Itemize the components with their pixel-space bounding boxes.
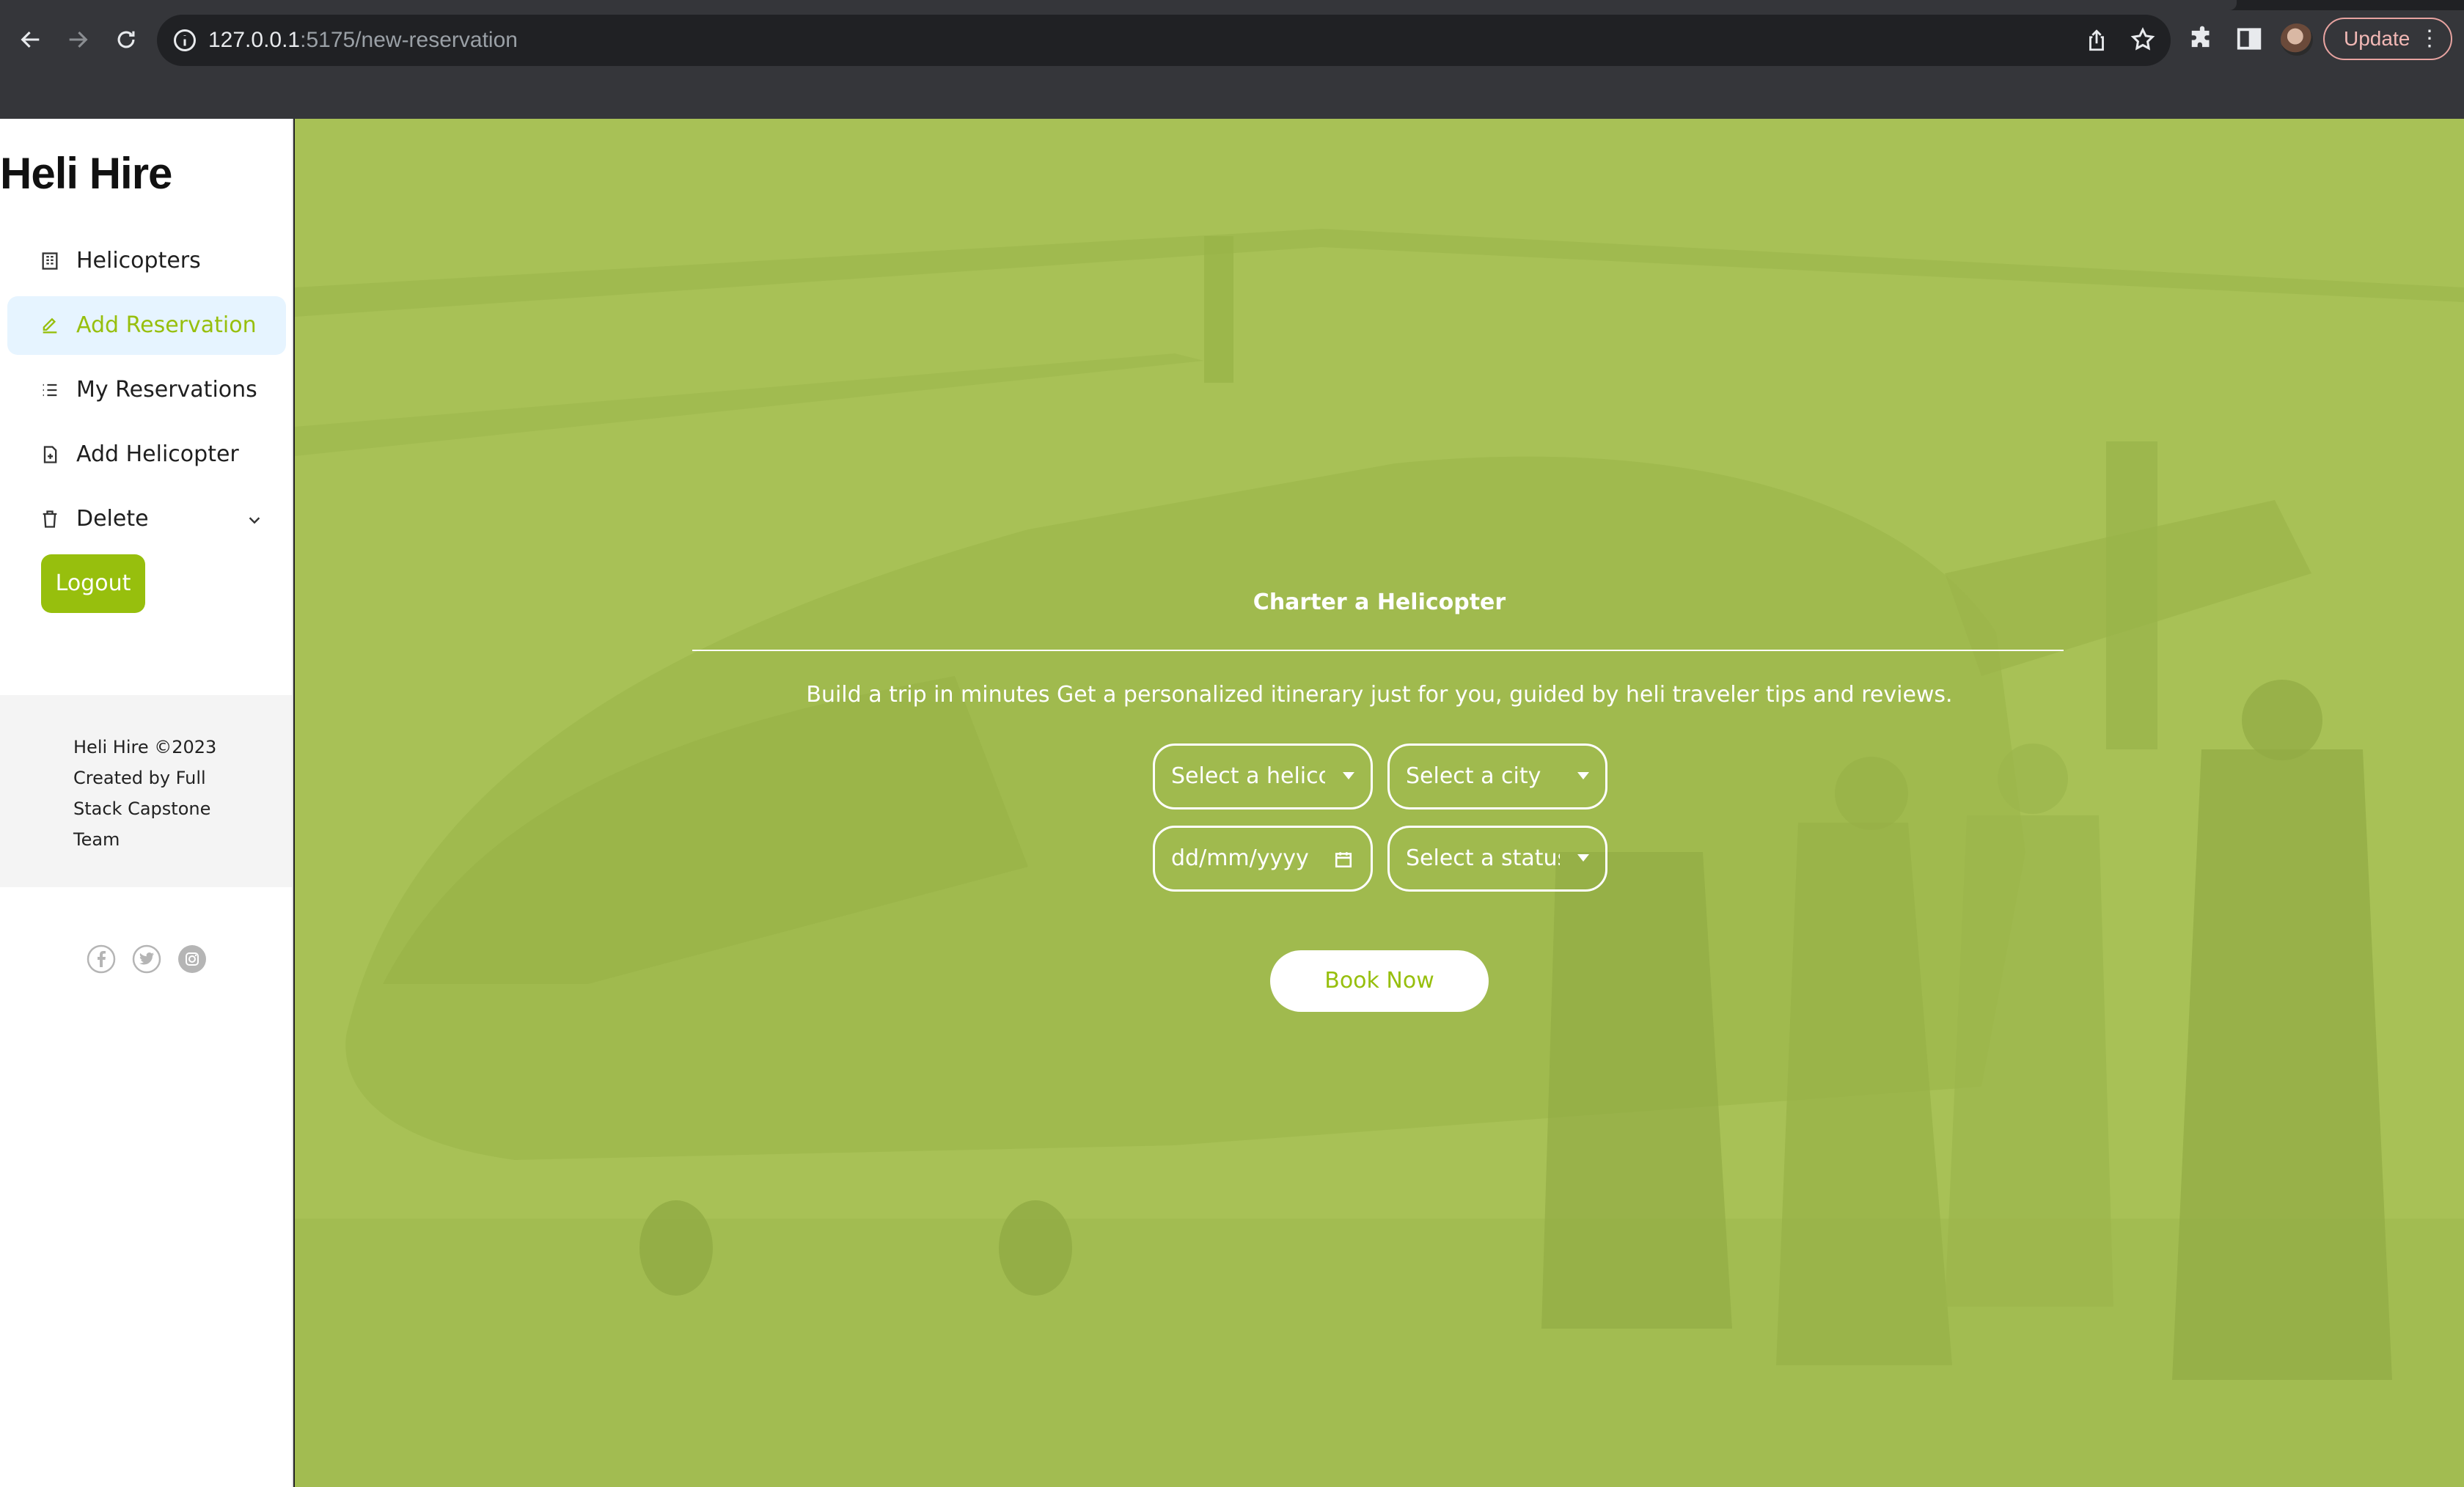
nav-add-helicopter[interactable]: Add Helicopter: [7, 425, 286, 484]
helicopter-background-image: [295, 119, 2464, 1487]
back-button[interactable]: [12, 21, 50, 59]
city-select-text: Select a city: [1406, 763, 1541, 789]
extensions-puzzle-icon[interactable]: [2188, 25, 2216, 53]
trash-icon: [43, 510, 57, 528]
nav-label: My Reservations: [76, 377, 257, 403]
reload-button[interactable]: [107, 21, 145, 59]
url-path: :5175/new-reservation: [300, 28, 518, 52]
info-icon[interactable]: [172, 27, 198, 54]
caret-down-icon: [1577, 772, 1589, 779]
nav-helicopters[interactable]: Helicopters: [7, 232, 286, 290]
nav-delete[interactable]: Delete: [7, 490, 286, 548]
arrow-left-icon: [21, 31, 40, 48]
sidebar-footer: Heli Hire ©2023 Created by Full Stack Ca…: [0, 695, 292, 887]
logout-button[interactable]: Logout: [41, 554, 145, 613]
footer-text: Heli Hire ©2023 Created by Full Stack Ca…: [73, 737, 217, 850]
nav-label: Add Reservation: [76, 312, 257, 338]
tab-strip: [0, 0, 2464, 10]
menu-dots-icon[interactable]: ⋮: [2419, 19, 2441, 59]
caret-down-icon: [1343, 772, 1354, 779]
form-tagline: Build a trip in minutes Get a personaliz…: [806, 682, 1953, 708]
profile-avatar[interactable]: [2281, 23, 2313, 56]
url-text[interactable]: 127.0.0.1:5175/new-reservation: [208, 15, 518, 66]
address-bar[interactable]: 127.0.0.1:5175/new-reservation: [157, 15, 2171, 66]
nav-label: Add Helicopter: [76, 441, 239, 467]
title-divider: [692, 650, 2064, 651]
file-add-icon: [43, 446, 57, 463]
date-input-text: dd/mm/yyyy: [1171, 845, 1309, 871]
city-select[interactable]: Select a city: [1387, 744, 1607, 809]
share-icon[interactable]: [2084, 28, 2109, 53]
bookmark-star-icon[interactable]: [2130, 26, 2156, 53]
edit-icon: [43, 317, 57, 334]
status-select[interactable]: Select a status: [1387, 826, 1607, 892]
book-now-button[interactable]: Book Now: [1270, 950, 1489, 1012]
nav-label: Delete: [76, 506, 149, 532]
nav-add-reservation[interactable]: Add Reservation: [7, 296, 286, 355]
helicopter-select-text: Select a helicopter: [1171, 763, 1325, 789]
caret-down-icon: [1577, 854, 1589, 862]
status-select-text: Select a status: [1406, 845, 1560, 871]
url-host: 127.0.0.1: [208, 28, 301, 52]
date-input[interactable]: dd/mm/yyyy: [1153, 826, 1373, 892]
twitter-icon[interactable]: [132, 944, 161, 974]
browser-chrome: 127.0.0.1:5175/new-reservation Update ⋮: [0, 0, 2464, 119]
calendar-icon[interactable]: [1334, 850, 1353, 869]
update-button[interactable]: Update ⋮: [2323, 18, 2452, 60]
building-icon: [42, 252, 58, 270]
reload-icon: [117, 31, 135, 48]
form-title: Charter a Helicopter: [1253, 590, 1506, 615]
nav-label: Helicopters: [76, 248, 201, 273]
facebook-icon[interactable]: [87, 944, 116, 974]
sidebar: Heli Hire Helicopters Add Reservation My…: [0, 119, 293, 1487]
list-icon: [43, 383, 57, 397]
forward-button[interactable]: [59, 21, 97, 59]
app-root: Heli Hire Helicopters Add Reservation My…: [0, 119, 2464, 1487]
side-panel-icon[interactable]: [2235, 25, 2263, 53]
active-tab[interactable]: [0, 0, 2237, 10]
arrow-right-icon: [69, 31, 88, 48]
chevron-down-icon[interactable]: [246, 512, 263, 528]
helicopter-select[interactable]: Select a helicopter: [1153, 744, 1373, 809]
instagram-icon[interactable]: [177, 944, 207, 974]
nav-my-reservations[interactable]: My Reservations: [7, 361, 286, 419]
update-label: Update: [2344, 27, 2410, 50]
brand-title[interactable]: Heli Hire: [0, 148, 172, 199]
reservation-main: Charter a Helicopter Build a trip in min…: [295, 119, 2464, 1487]
